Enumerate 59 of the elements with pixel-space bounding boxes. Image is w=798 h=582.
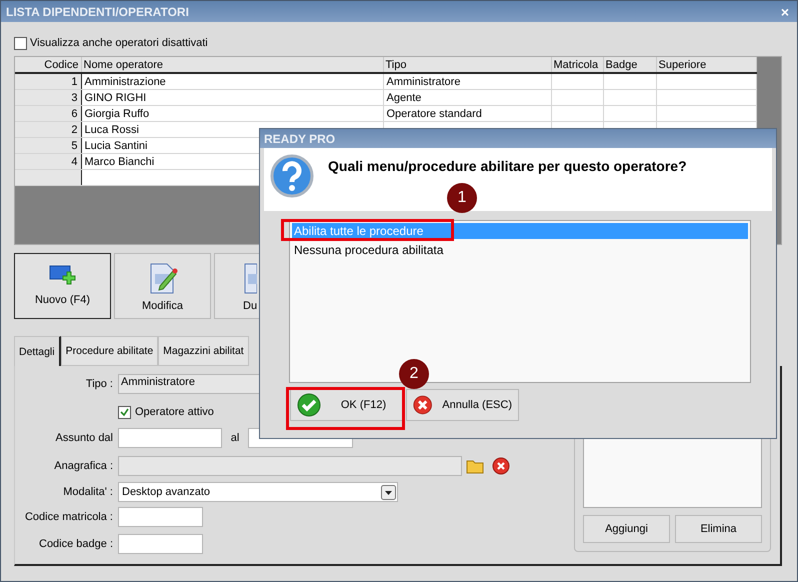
column-header[interactable]: Tipo bbox=[383, 57, 551, 73]
field-label: Anagrafica : bbox=[53, 460, 113, 472]
document-pencil-icon bbox=[148, 262, 178, 294]
table-cell: Agente bbox=[383, 90, 551, 106]
table-cell: 4 bbox=[15, 154, 81, 170]
toolbar-button[interactable]: Modifica bbox=[114, 253, 211, 319]
table-cell: GINO RIGHI bbox=[81, 90, 383, 106]
field-label: Tipo : bbox=[84, 378, 113, 390]
tab[interactable]: Procedure abilitate bbox=[60, 336, 158, 366]
table-cell: Giorgia Ruffo bbox=[81, 106, 383, 122]
table-cell: Operatore standard bbox=[383, 106, 551, 122]
field-label: Codice badge : bbox=[38, 538, 113, 550]
input-field[interactable] bbox=[118, 534, 203, 554]
checkbox[interactable] bbox=[14, 36, 27, 50]
checkbox-label: Visualizza anche operatori disattivati bbox=[30, 37, 208, 49]
table-cell bbox=[551, 90, 603, 106]
table-cell: 3 bbox=[15, 90, 81, 106]
list-option[interactable]: Nessuna procedura abilitata bbox=[292, 242, 748, 258]
mode-select[interactable]: Desktop avanzato bbox=[118, 482, 398, 502]
toolbar-button[interactable]: Nuovo (F4) bbox=[14, 253, 111, 319]
column-header[interactable]: Matricola bbox=[551, 57, 603, 73]
registry-field[interactable] bbox=[118, 456, 462, 476]
tab[interactable]: Dettagli bbox=[14, 336, 61, 366]
cancel-button[interactable]: Annulla (ESC) bbox=[406, 389, 519, 421]
column-header[interactable]: Nome operatore bbox=[81, 57, 383, 73]
column-header[interactable]: Superiore bbox=[656, 57, 756, 73]
field-label: Assunto dal bbox=[54, 432, 113, 444]
question-icon bbox=[270, 154, 314, 198]
date-field[interactable] bbox=[118, 428, 222, 448]
dropdown-icon[interactable] bbox=[381, 484, 396, 500]
folder-icon[interactable] bbox=[466, 458, 484, 474]
tab[interactable]: Magazzini abilitat bbox=[158, 336, 249, 366]
checkbox[interactable] bbox=[118, 406, 131, 418]
panel-button[interactable]: Elimina bbox=[675, 515, 762, 543]
column-header[interactable]: Badge bbox=[603, 57, 656, 73]
panel-button[interactable]: Aggiungi bbox=[583, 515, 670, 543]
window-title: LISTA DIPENDENTI/OPERATORI bbox=[6, 4, 189, 18]
checkbox-label: Operatore attivo bbox=[135, 406, 214, 418]
ok-button[interactable]: OK (F12) bbox=[290, 389, 403, 421]
cancel-icon bbox=[413, 393, 432, 417]
field-label: Codice matricola : bbox=[24, 511, 113, 523]
check-icon bbox=[297, 393, 321, 417]
table-cell: Amministrazione bbox=[81, 73, 383, 90]
table-cell bbox=[603, 73, 656, 90]
table-cell bbox=[15, 170, 81, 186]
table-cell: 6 bbox=[15, 106, 81, 122]
list-box[interactable] bbox=[583, 436, 762, 508]
document-icon bbox=[243, 262, 257, 294]
table-cell: 5 bbox=[15, 138, 81, 154]
column-header[interactable]: Codice bbox=[15, 57, 81, 73]
table-cell bbox=[551, 73, 603, 90]
field-label: al bbox=[230, 432, 240, 444]
clear-icon[interactable] bbox=[492, 457, 510, 475]
table-cell bbox=[603, 90, 656, 106]
table-cell: 2 bbox=[15, 122, 81, 138]
table-cell: Amministratore bbox=[383, 73, 551, 90]
input-field[interactable] bbox=[118, 507, 203, 527]
table-cell: 1 bbox=[15, 73, 81, 90]
field-label: Modalita' : bbox=[62, 486, 113, 498]
